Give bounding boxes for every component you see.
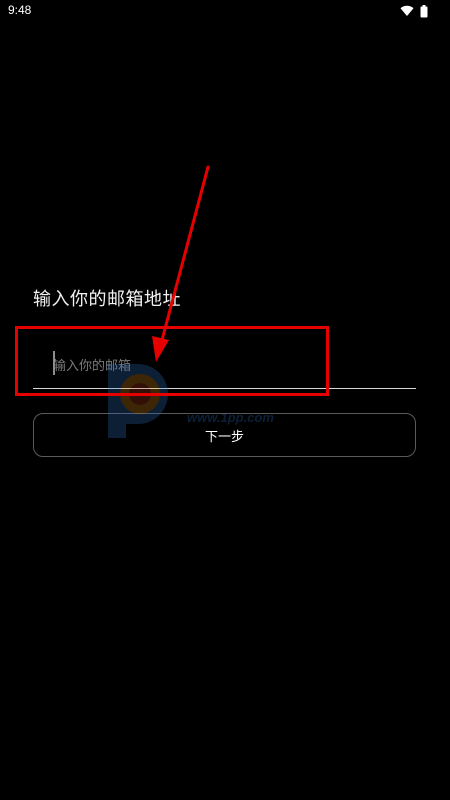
status-icons: [400, 4, 428, 18]
battery-icon: [420, 4, 428, 17]
status-time: 9:48: [8, 3, 32, 17]
annotation-highlight-box: [15, 326, 329, 396]
status-bar: 9:48: [0, 0, 450, 22]
page-title: 输入你的邮箱地址: [33, 289, 181, 310]
wifi-icon: [400, 5, 414, 17]
watermark-url: www.1pp.com: [187, 410, 274, 425]
